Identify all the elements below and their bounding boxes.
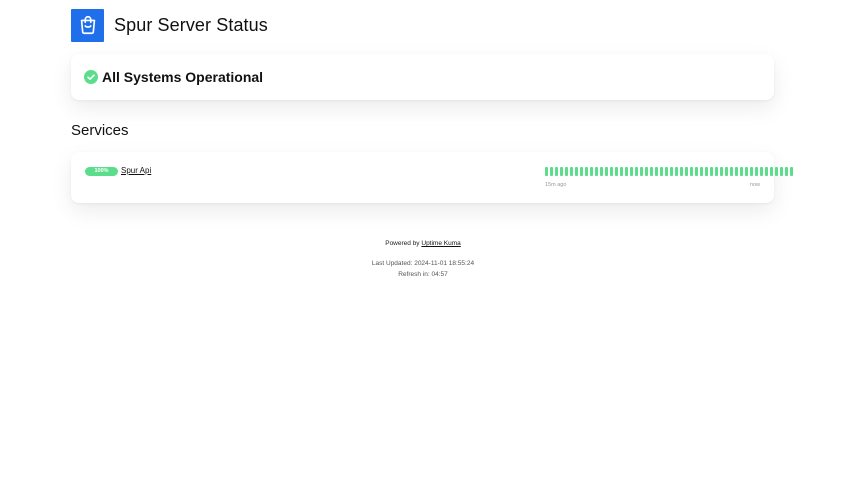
- heartbeat-beat: [680, 167, 683, 176]
- heartbeat-beat: [585, 167, 588, 176]
- heartbeat-beat: [790, 167, 793, 176]
- heartbeat-end-time: now: [749, 182, 760, 188]
- heartbeat-beat: [650, 167, 653, 176]
- page-title: Spur Server Status: [114, 14, 268, 35]
- heartbeat-beat: [550, 167, 553, 176]
- heartbeat-beat: [595, 167, 598, 176]
- heartbeat-beat: [710, 167, 713, 176]
- heartbeat-beat: [640, 167, 643, 176]
- status-page: Spur Server Status All Systems Operation…: [0, 0, 846, 478]
- heartbeat-beat: [745, 167, 748, 176]
- heartbeat-beat: [545, 167, 548, 176]
- last-updated-value: 2024-11-01 18:55:24: [414, 260, 475, 267]
- heartbeat-beat: [770, 167, 773, 176]
- heartbeat-beat: [580, 167, 583, 176]
- heartbeat-beat: [660, 167, 663, 176]
- heartbeat-beat: [605, 167, 608, 176]
- check-circle-icon: [84, 70, 98, 84]
- heartbeat-beat: [740, 167, 743, 176]
- heartbeat-beat: [700, 167, 703, 176]
- heartbeat-bar: [545, 167, 793, 176]
- heartbeat-beat: [720, 167, 723, 176]
- heartbeat-beat: [565, 167, 568, 176]
- heartbeat-beat: [690, 167, 693, 176]
- heartbeat-beat: [765, 167, 768, 176]
- heartbeat-beat: [560, 167, 563, 176]
- refresh-countdown: Refresh in: 04:57: [0, 271, 846, 278]
- heartbeat-beat: [630, 167, 633, 176]
- heartbeat-beat: [755, 167, 758, 176]
- heartbeat-beat: [655, 167, 658, 176]
- heartbeat-beat: [635, 167, 638, 176]
- uptime-badge: 100%: [85, 167, 118, 176]
- overall-status-card: All Systems Operational: [71, 54, 774, 100]
- services-heading: Services: [71, 122, 129, 139]
- uptime-kuma-link[interactable]: Uptime Kuma: [421, 240, 460, 247]
- heartbeat-beat: [775, 167, 778, 176]
- heartbeat-beat: [625, 167, 628, 176]
- refresh-label: Refresh in:: [398, 271, 430, 278]
- page-header: Spur Server Status: [71, 8, 268, 42]
- heartbeat-beat: [725, 167, 728, 176]
- heartbeat-beat: [610, 167, 613, 176]
- last-updated-label: Last Updated:: [371, 260, 413, 267]
- heartbeat-beat: [760, 167, 763, 176]
- refresh-value: 04:57: [431, 271, 448, 278]
- heartbeat-beat: [590, 167, 593, 176]
- powered-by-label: Powered by: [385, 240, 420, 247]
- heartbeat-start-time: 15m ago: [545, 182, 567, 188]
- heartbeat-beat: [665, 167, 668, 176]
- services-card: 100% Spur Api 15m ago now: [71, 152, 793, 203]
- heartbeat-beat: [750, 167, 753, 176]
- heartbeat-beat: [735, 167, 738, 176]
- heartbeat-beat: [675, 167, 678, 176]
- heartbeat-beat: [615, 167, 618, 176]
- heartbeat-beat: [600, 167, 603, 176]
- heartbeat-beat: [685, 167, 688, 176]
- heartbeat-beat: [785, 167, 788, 176]
- heartbeat-beat: [555, 167, 558, 176]
- heartbeat-beat: [695, 167, 698, 176]
- heartbeat-beat: [645, 167, 648, 176]
- heartbeat-beat: [620, 167, 623, 176]
- overall-status-text: All Systems Operational: [102, 69, 264, 85]
- heartbeat-beat: [715, 167, 718, 176]
- heartbeat-beat: [575, 167, 578, 176]
- powered-by: Powered by Uptime Kuma: [0, 240, 846, 247]
- last-updated: Last Updated: 2024-11-01 18:55:24: [0, 260, 846, 267]
- service-link-spur-api[interactable]: Spur Api: [121, 166, 151, 175]
- heartbeat-beat: [705, 167, 708, 176]
- heartbeat-beat: [570, 167, 573, 176]
- heartbeat-beat: [780, 167, 783, 176]
- shopping-bag-icon: [71, 8, 104, 42]
- heartbeat-beat: [670, 167, 673, 176]
- heartbeat-beat: [730, 167, 733, 176]
